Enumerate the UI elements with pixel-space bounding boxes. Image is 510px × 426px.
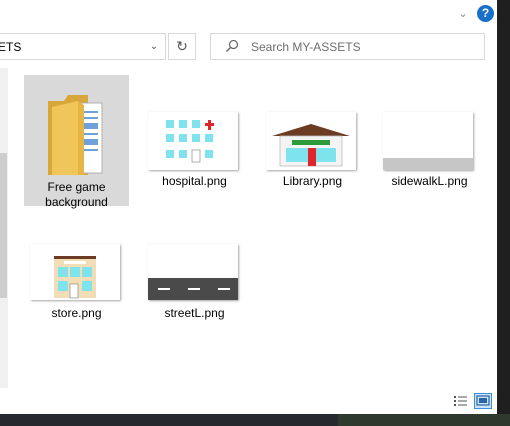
search-box[interactable]: Search MY-ASSETS <box>210 33 485 60</box>
item-label: Free game background <box>45 180 108 209</box>
list-item-hospital[interactable]: hospital.png <box>142 110 247 200</box>
file-explorer-window: ⌄ ? ETS ⌄ ↻ Search MY-ASSETS Free game b… <box>0 0 497 414</box>
status-bar <box>0 388 497 414</box>
folder-icon <box>48 95 103 175</box>
large-icons-view-button[interactable] <box>474 393 492 409</box>
navigation-scrollbar-thumb[interactable] <box>0 153 7 298</box>
ribbon-bar: ⌄ ? <box>0 0 497 30</box>
list-item-street[interactable]: streetL.png <box>142 242 247 332</box>
search-icon <box>226 39 239 52</box>
item-label: streetL.png <box>164 306 225 320</box>
help-icon[interactable]: ? <box>477 5 494 22</box>
list-item-sidewalk[interactable]: sidewalkL.png <box>377 110 482 200</box>
item-label: Library.png <box>282 174 343 188</box>
taskbar-strip <box>0 414 510 426</box>
refresh-icon: ↻ <box>176 38 188 54</box>
search-placeholder: Search MY-ASSETS <box>251 40 361 54</box>
list-item-library[interactable]: Library.png <box>260 110 365 200</box>
navigation-pane[interactable] <box>0 68 8 388</box>
details-view-button[interactable] <box>452 393 470 409</box>
details-view-icon <box>454 396 467 406</box>
address-path: ETS <box>0 40 22 54</box>
library-thumbnail <box>266 112 356 170</box>
large-icons-view-icon <box>476 395 490 406</box>
sidewalk-thumbnail <box>383 112 473 170</box>
street-thumbnail <box>148 244 238 300</box>
list-item-folder[interactable]: Free game background <box>24 75 129 209</box>
expand-ribbon-icon[interactable]: ⌄ <box>455 6 471 22</box>
list-item-store[interactable]: store.png <box>24 242 129 332</box>
item-label: store.png <box>51 306 102 320</box>
address-bar[interactable]: ETS ⌄ <box>0 33 166 60</box>
chevron-down-icon[interactable]: ⌄ <box>147 40 161 54</box>
file-list: Free game background hospital.png Librar… <box>8 68 497 388</box>
window-edge-right <box>497 0 510 426</box>
refresh-button[interactable]: ↻ <box>168 33 196 60</box>
item-label: sidewalkL.png <box>391 174 468 188</box>
hospital-thumbnail <box>148 112 238 170</box>
item-label: hospital.png <box>162 174 227 188</box>
store-thumbnail <box>30 244 120 300</box>
